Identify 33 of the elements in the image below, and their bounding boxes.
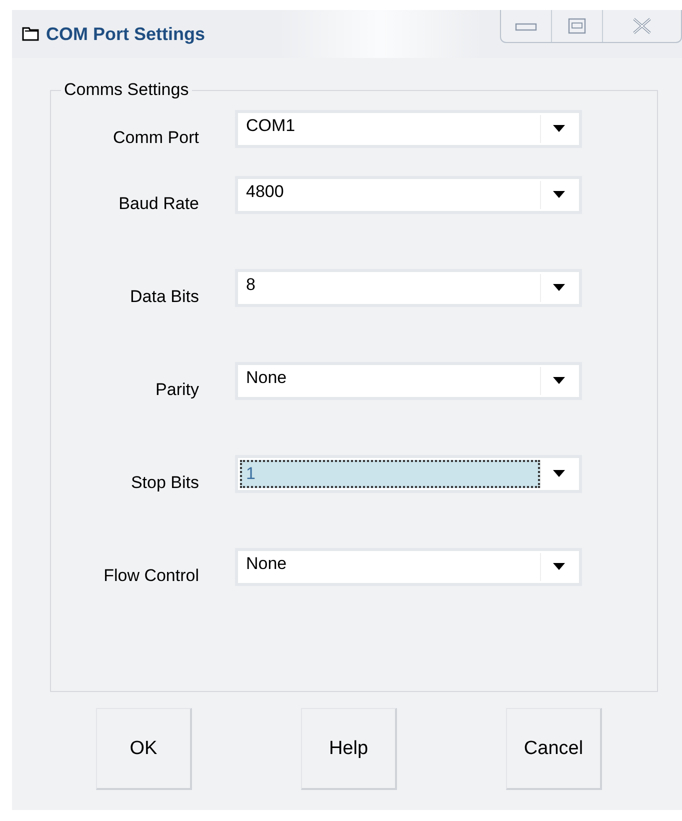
dropdown-field[interactable]: 1 — [235, 454, 582, 492]
field-label: Baud Rate — [118, 194, 199, 214]
dropdown-arrow-icon — [553, 470, 565, 478]
dropdown-arrow-icon — [553, 376, 565, 384]
dropdown-field[interactable]: None — [235, 548, 582, 586]
minimize-icon — [515, 21, 537, 31]
dropdown-value: 8 — [245, 274, 256, 296]
dropdown-value: 4800 — [245, 180, 285, 202]
group-title: Comms Settings — [63, 80, 190, 100]
dropdown-value: None — [245, 366, 288, 388]
maximize-icon — [568, 18, 586, 34]
dialog-button[interactable]: Help — [301, 708, 397, 790]
window-title: COM Port Settings — [46, 24, 206, 44]
field-label: Stop Bits — [130, 472, 199, 492]
dropdown-field[interactable]: COM1 — [235, 110, 582, 148]
dropdown-arrow-icon — [553, 125, 565, 133]
dropdown-arrow-icon — [553, 190, 565, 198]
dropdown-value: None — [245, 552, 288, 574]
field-label: Flow Control — [102, 566, 199, 586]
field-label: Comm Port — [112, 128, 199, 148]
dropdown-value: COM1 — [245, 115, 296, 137]
field-label: Parity — [154, 380, 199, 400]
dialog-button[interactable]: Cancel — [506, 708, 602, 790]
window-icon — [22, 26, 40, 42]
field-label: Data Bits — [129, 286, 199, 306]
dropdown-arrow-icon — [553, 562, 565, 570]
dropdown-field[interactable]: 8 — [235, 268, 582, 306]
dropdown-value: 1 — [240, 460, 540, 488]
dropdown-field[interactable]: 4800 — [235, 176, 582, 214]
close-icon — [632, 18, 652, 34]
dialog-button[interactable]: OK — [96, 708, 192, 790]
dropdown-arrow-icon — [553, 284, 565, 292]
dropdown-field[interactable]: None — [235, 362, 582, 400]
